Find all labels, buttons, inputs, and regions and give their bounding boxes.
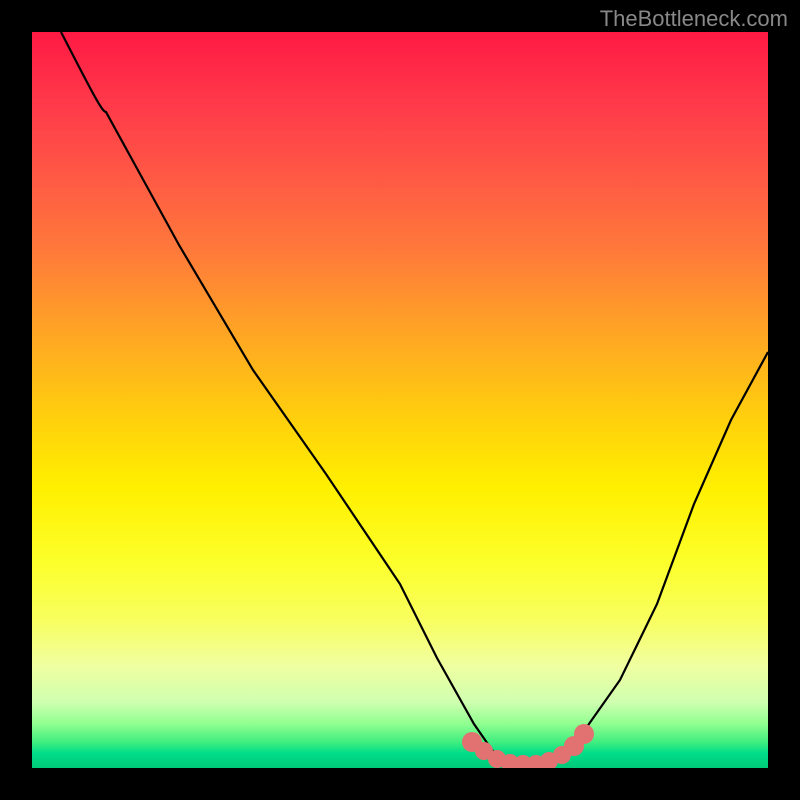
chart-container: TheBottleneck.com [0,0,800,800]
bottleneck-curve-path [61,32,768,764]
plot-area [32,32,768,768]
curve-svg [32,32,768,768]
optimal-range-marker [462,724,594,768]
watermark-text: TheBottleneck.com [600,6,788,32]
